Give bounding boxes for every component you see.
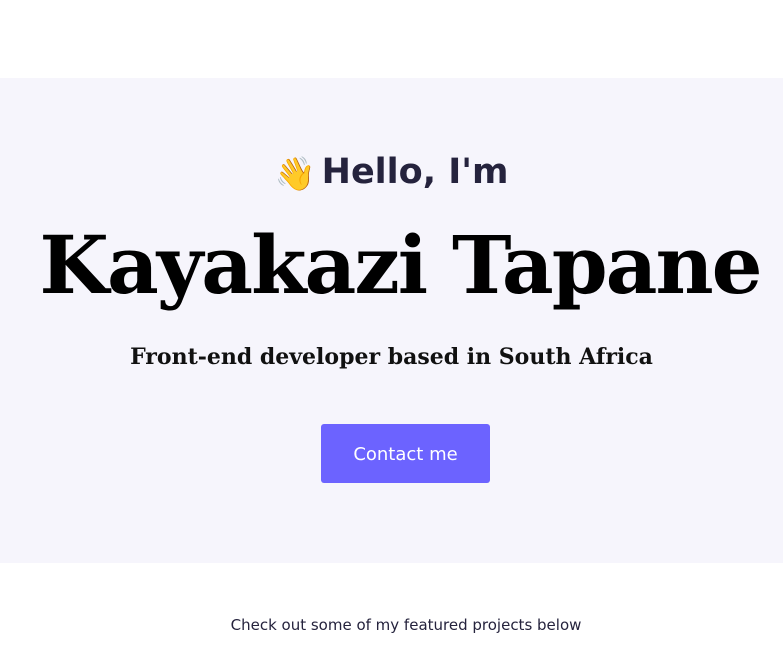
greeting-text: Hello, I'm: [321, 152, 509, 192]
waving-hand-icon: 👋: [274, 154, 316, 193]
contact-me-button[interactable]: Contact me: [321, 424, 490, 483]
hero-name: Kayakazi Tapane: [39, 218, 762, 312]
featured-projects-intro: Check out some of my featured projects b…: [230, 616, 582, 634]
page: 👋 Hello, I'm Kayakazi Tapane Front-end de…: [0, 0, 783, 660]
greeting: 👋 Hello, I'm: [0, 150, 783, 196]
hero-tagline: Front-end developer based in South Afric…: [130, 344, 653, 370]
hero-section: 👋 Hello, I'm Kayakazi Tapane Front-end de…: [0, 78, 783, 563]
